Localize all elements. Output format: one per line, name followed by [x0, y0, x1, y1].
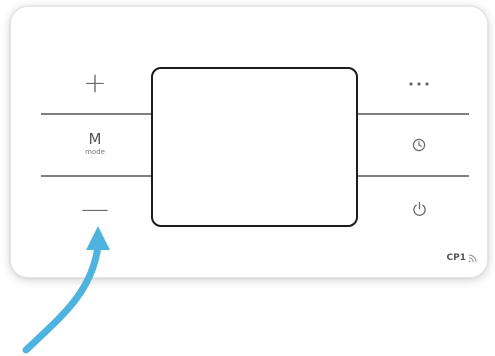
- pointer-arrow: [22, 226, 110, 354]
- scene: + M mode — CP1: [0, 0, 495, 356]
